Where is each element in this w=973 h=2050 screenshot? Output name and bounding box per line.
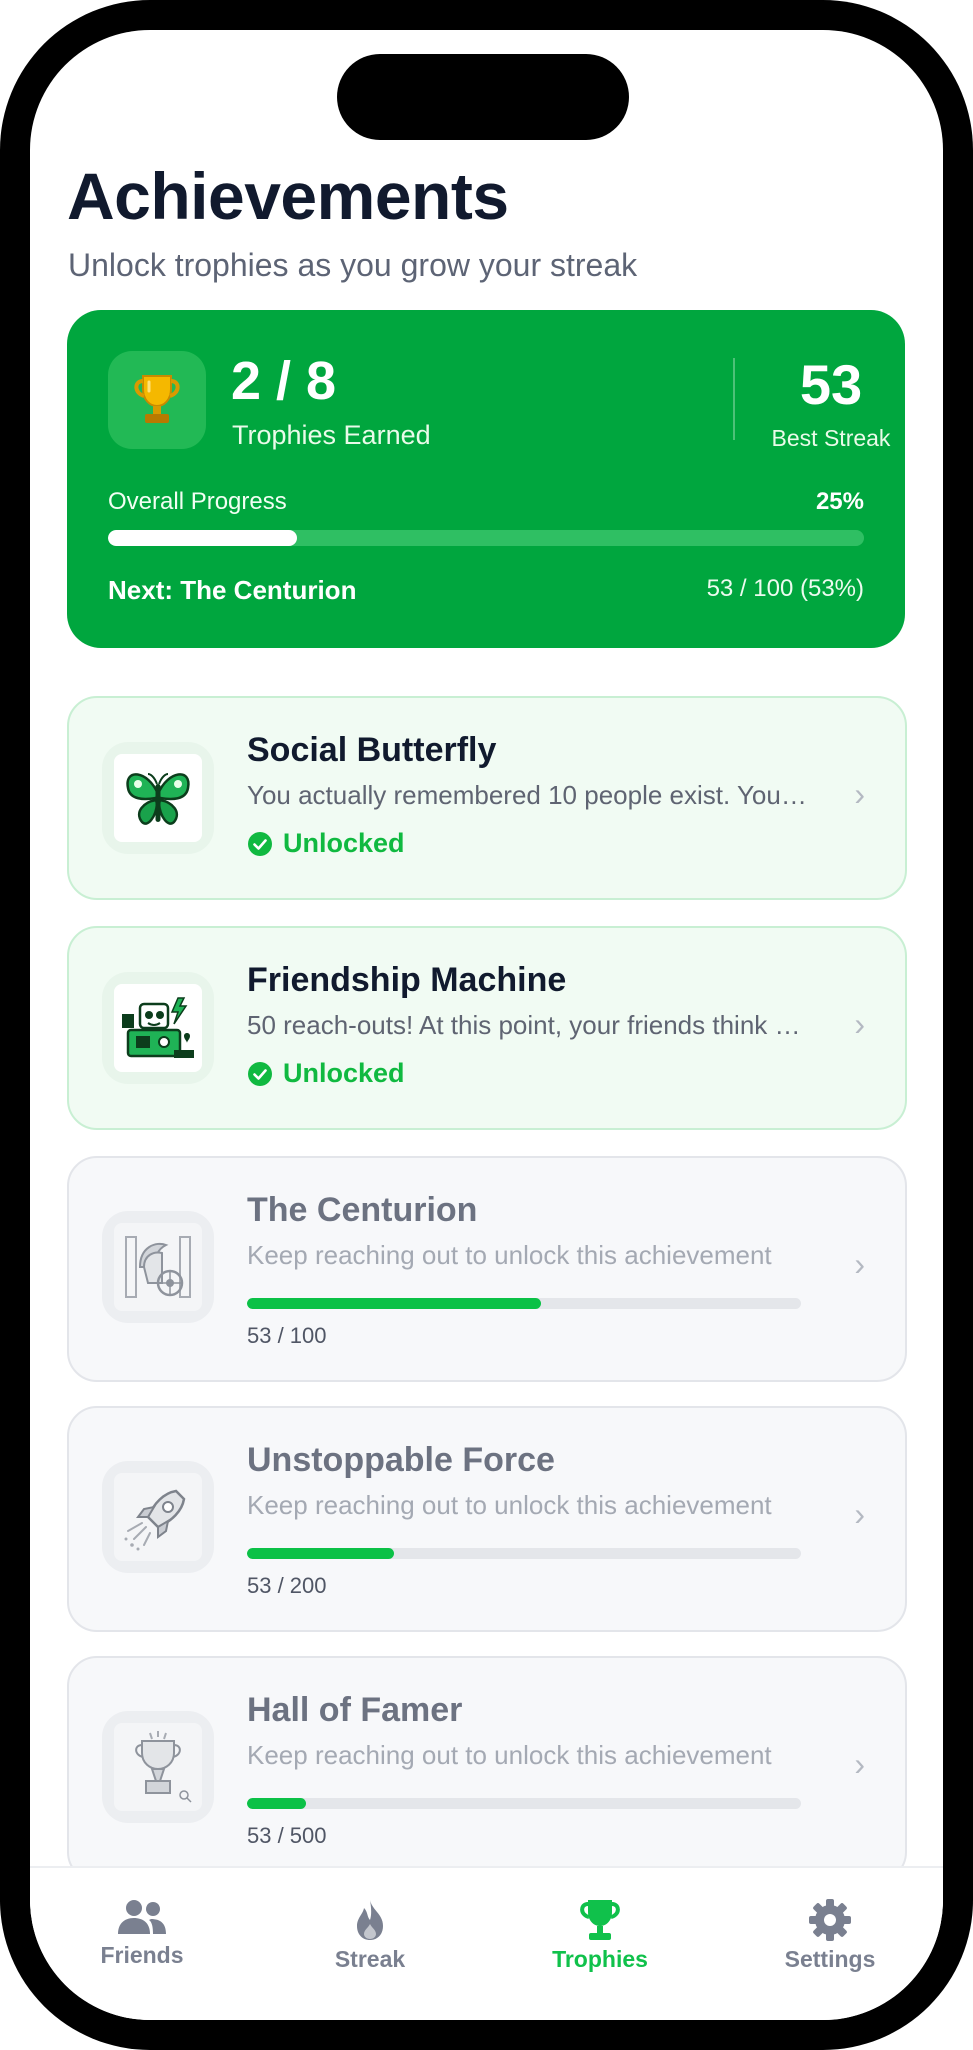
next-achievement-progress: 53 / 100 (53%) — [706, 575, 864, 602]
achievement-progress-bar — [247, 1548, 801, 1559]
check-circle-icon — [248, 831, 272, 856]
tab-label: Friends — [100, 1942, 184, 1968]
achievement-title: Social Butterfly — [247, 731, 497, 769]
achievement-card-hall-of-famer[interactable]: Hall of Famer Keep reaching out to unloc… — [67, 1656, 907, 1882]
summary-trophy-badge — [108, 351, 206, 449]
tab-trophies[interactable]: Trophies — [510, 1898, 690, 1973]
overall-progress-label: Overall Progress — [108, 488, 287, 515]
trophies-earned-count: 2 / 8 — [231, 351, 337, 411]
achievement-progress-fill — [247, 1798, 306, 1809]
best-streak-value: 53 — [799, 353, 863, 416]
achievement-progress-bar — [247, 1298, 801, 1309]
app-screen: Achievements Unlock trophies as you grow… — [30, 30, 943, 2020]
bottom-tab-bar: Friends Streak Trophies Settings — [30, 1866, 943, 2020]
achievement-description: 50 reach-outs! At this point, your frien… — [247, 1010, 807, 1040]
device-frame: Achievements Unlock trophies as you grow… — [0, 0, 973, 2050]
chevron-right-icon: › — [854, 1006, 865, 1042]
overall-progress-percent: 25% — [815, 488, 864, 515]
trophy-summary-card: 2 / 8 Trophies Earned 53 Best Streak Ove… — [67, 310, 905, 648]
hall-trophy-icon — [135, 1731, 192, 1803]
chevron-right-icon: › — [854, 1246, 865, 1282]
achievement-progress-count: 53 / 200 — [247, 1573, 327, 1598]
best-streak-label: Best Streak — [771, 425, 891, 451]
achievement-thumbnail — [102, 1211, 214, 1323]
achievement-thumbnail — [102, 972, 214, 1084]
achievement-status-label: Unlocked — [283, 1058, 405, 1088]
page-title: Achievements — [67, 159, 509, 233]
achievement-thumbnail — [102, 1461, 214, 1573]
achievement-status-unlocked: Unlocked — [247, 828, 405, 859]
achievement-progress-fill — [247, 1298, 541, 1309]
overall-progress-bar — [108, 530, 864, 546]
achievement-card-the-centurion[interactable]: The Centurion Keep reaching out to unloc… — [67, 1156, 907, 1382]
chevron-right-icon: › — [854, 1746, 865, 1782]
achievement-description: Keep reaching out to unlock this achieve… — [247, 1740, 772, 1770]
gear-icon — [809, 1899, 851, 1941]
achievement-card-friendship-machine[interactable]: Friendship Machine 50 reach-outs! At thi… — [67, 926, 907, 1130]
next-achievement-label: Next: The Centurion — [108, 575, 357, 605]
achievement-card-unstoppable-force[interactable]: Unstoppable Force Keep reaching out to u… — [67, 1406, 907, 1632]
achievement-title: The Centurion — [247, 1191, 478, 1229]
overall-progress-fill — [108, 530, 297, 546]
achievement-progress-count: 53 / 500 — [247, 1823, 327, 1848]
tab-streak[interactable]: Streak — [280, 1898, 460, 1973]
achievement-title: Friendship Machine — [247, 961, 567, 999]
tab-label: Settings — [784, 1946, 876, 1972]
chevron-right-icon: › — [854, 776, 865, 812]
page-subtitle: Unlock trophies as you grow your streak — [68, 247, 638, 283]
butterfly-icon — [126, 773, 190, 825]
flame-icon — [357, 1900, 383, 1940]
tab-label: Trophies — [552, 1946, 648, 1972]
rocket-icon — [124, 1489, 186, 1551]
tab-settings[interactable]: Settings — [740, 1898, 920, 1973]
tab-label: Streak — [334, 1946, 406, 1972]
achievement-title: Unstoppable Force — [247, 1441, 555, 1479]
achievement-thumbnail — [102, 1711, 214, 1823]
achievement-thumbnail — [102, 742, 214, 854]
achievement-status-label: Unlocked — [283, 828, 405, 858]
achievement-progress-count: 53 / 100 — [247, 1323, 327, 1348]
achievement-progress-fill — [247, 1548, 394, 1559]
achievement-description: Keep reaching out to unlock this achieve… — [247, 1240, 772, 1270]
summary-divider — [733, 358, 735, 440]
achievement-title: Hall of Famer — [247, 1691, 463, 1729]
check-circle-icon — [248, 1061, 272, 1086]
centurion-helmet-icon — [125, 1236, 191, 1298]
trophy-icon — [580, 1900, 620, 1940]
dynamic-island — [337, 54, 629, 140]
robot-machine-icon — [122, 997, 194, 1058]
tab-friends[interactable]: Friends — [52, 1898, 232, 1969]
friends-icon — [118, 1900, 166, 1934]
achievement-progress-bar — [247, 1798, 801, 1809]
trophy-icon — [134, 375, 180, 423]
achievement-description: Keep reaching out to unlock this achieve… — [247, 1490, 772, 1520]
achievement-description: You actually remembered 10 people exist.… — [247, 780, 807, 810]
achievement-status-unlocked: Unlocked — [247, 1058, 405, 1089]
trophies-earned-label: Trophies Earned — [232, 420, 431, 450]
achievement-card-social-butterfly[interactable]: Social Butterfly You actually remembered… — [67, 696, 907, 900]
chevron-right-icon: › — [854, 1496, 865, 1532]
